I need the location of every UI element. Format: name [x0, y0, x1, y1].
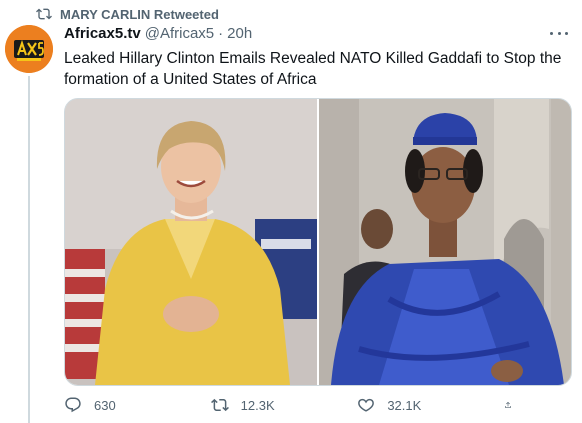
reply-button[interactable]: 630	[64, 396, 174, 414]
retweet-label: MARY CARLIN Retweeted	[60, 6, 219, 22]
share-button[interactable]	[504, 396, 524, 414]
photo-man-blue-robe[interactable]	[319, 99, 571, 385]
tweet-header: Africax5.tv @Africax5 · 20h	[64, 25, 252, 42]
tweet-actions: 630 12.3K 32.1K	[64, 396, 524, 414]
retweet-indicator[interactable]: MARY CARLIN Retweeted	[36, 6, 219, 22]
retweet-icon	[36, 8, 52, 20]
reply-count: 630	[94, 397, 116, 413]
author-name[interactable]: Africax5.tv	[64, 25, 141, 42]
retweet-button[interactable]: 12.3K	[210, 396, 321, 414]
photo-woman-yellow-suit[interactable]	[65, 99, 317, 385]
retweet-icon	[210, 398, 229, 412]
tweet-card[interactable]: MARY CARLIN Retweeted Africax5.tv @Afric…	[0, 0, 582, 423]
tweet-text: Leaked Hillary Clinton Emails Revealed N…	[64, 50, 562, 88]
author-handle[interactable]: @Africax5	[145, 25, 214, 42]
like-button[interactable]: 32.1K	[357, 396, 467, 414]
retweet-count: 12.3K	[240, 397, 275, 413]
tweet-media[interactable]	[64, 98, 572, 386]
like-icon	[358, 398, 375, 412]
africax5-logo	[5, 25, 53, 73]
avatar[interactable]	[5, 25, 53, 73]
share-icon	[504, 401, 511, 408]
like-count: 32.1K	[387, 397, 422, 413]
tweet-timestamp[interactable]: 20h	[227, 25, 252, 42]
reply-icon	[65, 397, 81, 413]
thread-line	[28, 76, 30, 423]
more-options-icon[interactable]	[550, 27, 568, 39]
separator-dot: ·	[218, 25, 224, 42]
